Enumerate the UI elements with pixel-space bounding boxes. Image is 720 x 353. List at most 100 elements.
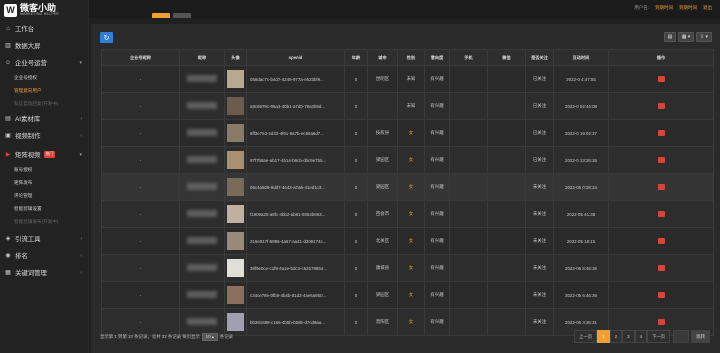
nav-label: AI素材库 [15,116,41,123]
logout-link[interactable]: 退出 [703,5,712,11]
gender-cell: 女 [397,281,425,309]
sub-nav-item[interactable]: 矩阵发布 [0,176,88,189]
ai-icon: ▤ [5,116,11,122]
next-page-button[interactable]: 下一页 [647,330,671,343]
delete-icon[interactable] [657,211,665,217]
openid-cell: 06c4a509-9dd7-4e43-a7a6-41ed1c3... [246,173,345,201]
prev-page-button[interactable]: 上一页 [574,330,598,343]
page-1-button[interactable]: 1 [597,330,610,343]
avatar [227,151,244,169]
delete-icon[interactable] [657,157,665,163]
phone-cell [449,254,488,282]
phone-cell [449,119,488,147]
delete-icon[interactable] [657,292,665,298]
page-4-button[interactable]: 4 [634,330,648,343]
jump-button[interactable]: 跳转 [691,330,710,343]
sub-nav-item[interactable]: 智能剪辑设置 [0,202,88,215]
city-cell: 北关区 [367,227,398,255]
nickname-cell [179,173,225,201]
wechat-cell [487,173,526,201]
gender-cell: 女 [397,146,425,174]
tab-inactive[interactable] [173,13,191,18]
delete-icon[interactable] [657,184,665,190]
city-cell: 康城县 [367,254,398,282]
delete-icon[interactable] [657,103,665,109]
nav-item-chart[interactable]: ▥ 数据大屏 [0,37,88,54]
column-header: 是否关注 [525,49,554,66]
nav-item-user[interactable]: ☺ 企业号运营 ▾ [0,54,88,71]
avatar [227,70,244,88]
interaction-time-cell: 2022-0 19:02:37 [553,119,609,147]
nav-item-keyword[interactable]: ▦ 关键词管理 ‹ [0,264,88,281]
phone-cell [449,173,488,201]
sub-nav-item[interactable]: 账号授权 [0,163,88,176]
tab-active[interactable] [152,13,170,18]
delete-icon[interactable] [657,76,665,82]
sub-nav-item[interactable]: 私信自动回复(开发中) [0,97,88,110]
phone-cell [449,65,488,93]
nickname-blur [187,102,217,109]
openid-cell: 219e917f-5896-4a67-aa41-d209174c... [246,227,345,255]
sub-nav-item[interactable]: 智能剪辑发布(开发中) [0,215,88,228]
follow-status-cell: 未关注 [525,173,554,201]
table-row: - c34ce78e-0fb9-4b4b-81d2-4ae6a950... 0 梁园区… [101,281,714,309]
chevron-left-icon: ‹ [80,132,82,139]
nav-item-video[interactable]: ▣ 视频制作 ‹ [0,127,88,144]
avatar-cell [224,146,247,174]
nav-item-ai[interactable]: ▤ AI素材库 ‹ [0,110,88,127]
toggle-view-button[interactable]: ▤ [664,32,676,42]
column-header: 城市 [367,49,398,66]
refresh-button[interactable]: ↻ [100,32,113,43]
openid-cell: 97f7b8ae-ab17-4b14-b9cb-dbc9e7b5... [246,146,345,174]
delete-icon[interactable] [657,319,665,325]
nav-item-home[interactable]: ⌂ 工作台 [0,20,88,37]
delete-icon[interactable] [657,238,665,244]
chevron-left-icon: ‹ [80,115,82,122]
column-header: 微信 [487,49,526,66]
column-header: 互动时间 [553,49,609,66]
sub-nav-item[interactable]: 管理意向用户 [0,84,88,97]
table-row: - 8ff3e753-2d33-4f61-8a7b-ec65a6d7... 0 技权县… [101,119,714,147]
nav-item-rank[interactable]: ◉ 排名 ‹ [0,247,88,264]
wechat-cell [487,227,526,255]
delete-icon[interactable] [657,130,665,136]
interaction-time-cell: 2022-0 02:44:08 [553,92,609,120]
columns-button[interactable]: ▦ ▾ [678,32,694,42]
action-cell [608,173,714,201]
avatar-cell [224,200,247,228]
column-header: 手机 [449,49,488,66]
nickname-cell [179,281,225,309]
city-cell: 梁园区 [367,281,398,309]
page-jump-input[interactable] [673,330,690,343]
enterprise-nickname: - [101,200,180,228]
action-cell [608,281,714,309]
user-label: 用户名: [634,5,649,10]
nav-label: 排名 [15,253,28,260]
avatar [227,205,244,223]
nav-item-flow[interactable]: ◈ 引流工具 ‹ [0,230,88,247]
nickname-cell [179,200,225,228]
avatar [227,97,244,115]
avatar [227,259,244,277]
action-cell [608,65,714,93]
page-3-button[interactable]: 3 [622,330,635,343]
intent-cell: 有兴趣 [424,173,450,201]
records-suffix: 条记录 [219,334,233,339]
page-2-button[interactable]: 2 [609,330,623,343]
nav-matrix-video[interactable]: ▶ 矩阵视频 热门 ▾ [0,146,88,163]
avatar [227,124,244,142]
page-size-select[interactable]: 10 ▴ [201,333,218,341]
follow-status-cell: 未关注 [525,254,554,282]
openid-cell: 38f9e0ce-c1f8-4a1e-bdc3-c62b78854... [246,254,345,282]
export-button[interactable]: ⇩ ▾ [696,32,712,42]
table-row: - a8c6979c-95a3-40b1-a7d0-79a3b9d... 0 未知 有兴… [101,92,714,120]
follow-status-cell: 已关注 [525,119,554,147]
brand-sub: MARKETING HELPER [20,11,59,16]
action-cell [608,146,714,174]
sub-nav-item[interactable]: 评论管理 [0,189,88,202]
enterprise-nickname: - [101,92,180,120]
column-header: 年龄 [344,49,368,66]
phone-cell [449,281,488,309]
delete-icon[interactable] [657,265,665,271]
sub-nav-item[interactable]: 企业号授权 [0,71,88,84]
